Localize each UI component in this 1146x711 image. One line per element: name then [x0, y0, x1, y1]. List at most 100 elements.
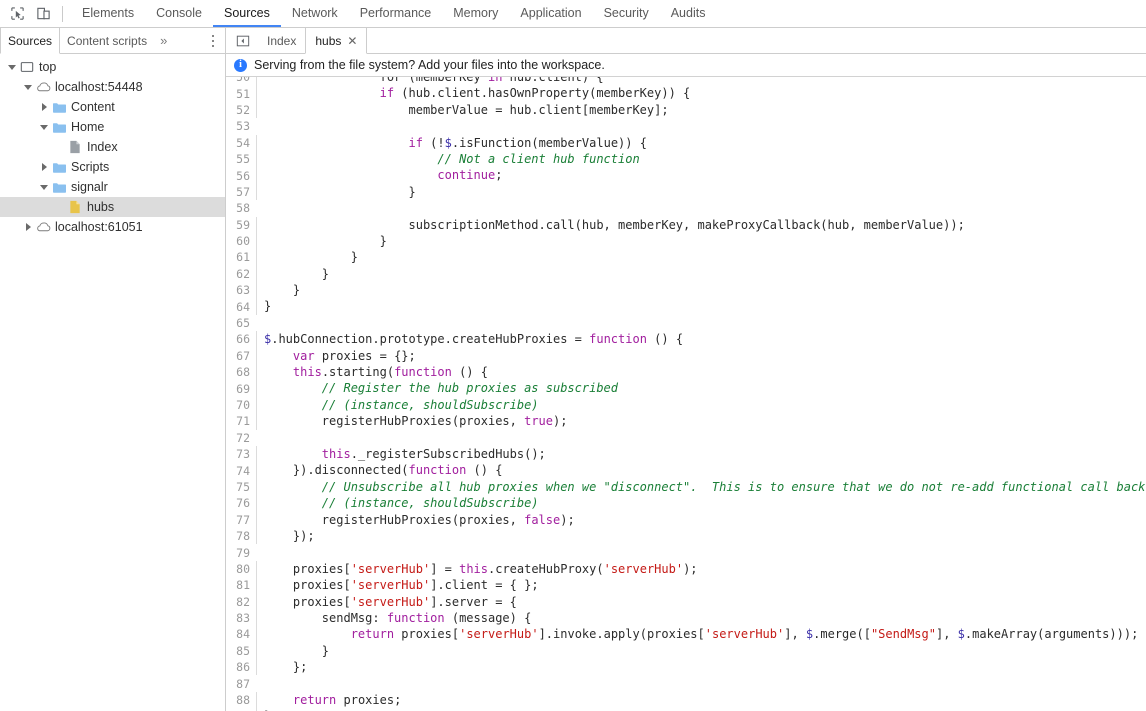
- tab-elements[interactable]: Elements: [71, 0, 145, 27]
- chevron-down-icon[interactable]: [38, 177, 50, 197]
- line-content[interactable]: subscriptionMethod.call(hub, memberKey, …: [256, 216, 1146, 233]
- editor-tab-hubs[interactable]: hubs ✕: [305, 28, 368, 54]
- line-content[interactable]: registerHubProxies(proxies, false);: [256, 511, 1146, 528]
- line-content[interactable]: }: [256, 265, 1146, 283]
- line-number[interactable]: 79: [226, 546, 256, 560]
- line-number[interactable]: 63: [226, 283, 256, 297]
- tree-item-index[interactable]: Index: [0, 137, 225, 157]
- tree-item-home[interactable]: Home: [0, 117, 225, 137]
- inspect-element-icon[interactable]: [4, 2, 30, 26]
- line-content[interactable]: }).disconnected(function () {: [256, 462, 1146, 479]
- line-content[interactable]: }: [256, 298, 1146, 315]
- line-number[interactable]: 67: [226, 349, 256, 363]
- subtab-content-scripts[interactable]: Content scripts: [60, 28, 154, 53]
- chevron-right-icon[interactable]: [38, 97, 50, 117]
- line-number[interactable]: 64: [226, 300, 256, 314]
- tab-performance[interactable]: Performance: [349, 0, 443, 27]
- tab-application[interactable]: Application: [509, 0, 592, 27]
- tree-item-hubs[interactable]: hubs: [0, 197, 225, 217]
- line-content[interactable]: // Not a client hub function: [256, 150, 1146, 168]
- line-content[interactable]: sendMsg: function (message) {: [256, 609, 1146, 627]
- line-number[interactable]: 56: [226, 169, 256, 183]
- line-number[interactable]: 80: [226, 562, 256, 576]
- line-content[interactable]: memberValue = hub.client[memberKey];: [256, 101, 1146, 119]
- line-content[interactable]: this._registerSubscribedHubs();: [256, 445, 1146, 463]
- line-content[interactable]: // (instance, shouldSubscribe): [256, 396, 1146, 414]
- line-content[interactable]: continue;: [256, 167, 1146, 184]
- line-content[interactable]: proxies['serverHub'].server = {: [256, 593, 1146, 610]
- more-subtabs-icon[interactable]: »: [154, 28, 173, 53]
- line-number[interactable]: 55: [226, 152, 256, 166]
- line-content[interactable]: }: [256, 642, 1146, 660]
- line-content[interactable]: for (memberKey in hub.client) {: [256, 77, 1146, 86]
- line-number[interactable]: 70: [226, 398, 256, 412]
- line-number[interactable]: 58: [226, 201, 256, 215]
- line-number[interactable]: 52: [226, 103, 256, 117]
- tree-item-localhost-61051[interactable]: localhost:61051: [0, 217, 225, 237]
- chevron-right-icon[interactable]: [38, 157, 50, 177]
- line-number[interactable]: 73: [226, 447, 256, 461]
- chevron-right-icon[interactable]: [22, 217, 34, 237]
- tree-item-content[interactable]: Content: [0, 97, 225, 117]
- line-content[interactable]: // Unsubscribe all hub proxies when we "…: [256, 478, 1146, 496]
- line-content[interactable]: if (!$.isFunction(memberValue)) {: [256, 134, 1146, 151]
- line-number[interactable]: 66: [226, 332, 256, 346]
- chevron-down-icon[interactable]: [6, 57, 18, 77]
- line-content[interactable]: this.starting(function () {: [256, 364, 1146, 381]
- line-number[interactable]: 65: [226, 316, 256, 330]
- line-number[interactable]: 60: [226, 234, 256, 248]
- line-number[interactable]: 71: [226, 414, 256, 428]
- code-viewer[interactable]: 50 for (memberKey in hub.client) {51 if …: [226, 77, 1146, 711]
- tree-item-localhost-54448[interactable]: localhost:54448: [0, 77, 225, 97]
- tab-sources[interactable]: Sources: [212, 0, 281, 27]
- line-number[interactable]: 87: [226, 677, 256, 691]
- line-number[interactable]: 76: [226, 496, 256, 510]
- line-number[interactable]: 88: [226, 693, 256, 707]
- line-number[interactable]: 50: [226, 77, 256, 84]
- line-content[interactable]: if (hub.client.hasOwnProperty(memberKey)…: [256, 85, 1146, 102]
- close-icon[interactable]: ✕: [347, 35, 357, 47]
- chevron-down-icon[interactable]: [22, 77, 34, 97]
- line-content[interactable]: }: [256, 232, 1146, 250]
- line-number[interactable]: 83: [226, 611, 256, 625]
- line-number[interactable]: 72: [226, 431, 256, 445]
- line-number[interactable]: 57: [226, 185, 256, 199]
- tree-item-signalr[interactable]: signalr: [0, 177, 225, 197]
- tab-security[interactable]: Security: [593, 0, 660, 27]
- line-number[interactable]: 54: [226, 136, 256, 150]
- line-number[interactable]: 86: [226, 660, 256, 674]
- line-number[interactable]: 53: [226, 119, 256, 133]
- line-content[interactable]: return proxies['serverHub'].invoke.apply…: [256, 626, 1146, 643]
- line-number[interactable]: 74: [226, 464, 256, 478]
- line-number[interactable]: 59: [226, 218, 256, 232]
- navigator-more-options-icon[interactable]: [201, 28, 225, 53]
- line-content[interactable]: proxies['serverHub'] = this.createHubPro…: [256, 560, 1146, 578]
- line-content[interactable]: }: [256, 249, 1146, 266]
- line-content[interactable]: }: [256, 183, 1146, 201]
- file-navigator-tree[interactable]: top localhost:54448 Content Home Index Script…: [0, 54, 226, 711]
- line-number[interactable]: 68: [226, 365, 256, 379]
- line-content[interactable]: // (instance, shouldSubscribe): [256, 495, 1146, 512]
- line-number[interactable]: 81: [226, 578, 256, 592]
- line-number[interactable]: 61: [226, 250, 256, 264]
- subtab-sources[interactable]: Sources: [0, 28, 61, 54]
- tab-network[interactable]: Network: [281, 0, 349, 27]
- tree-item-scripts[interactable]: Scripts: [0, 157, 225, 177]
- tab-memory[interactable]: Memory: [442, 0, 509, 27]
- line-number[interactable]: 75: [226, 480, 256, 494]
- line-number[interactable]: 82: [226, 595, 256, 609]
- line-content[interactable]: var proxies = {};: [256, 347, 1146, 365]
- line-content[interactable]: proxies['serverHub'].client = { };: [256, 577, 1146, 594]
- line-number[interactable]: 69: [226, 382, 256, 396]
- tab-console[interactable]: Console: [145, 0, 213, 27]
- line-number[interactable]: 78: [226, 529, 256, 543]
- collapse-navigator-icon[interactable]: [226, 28, 258, 53]
- line-content[interactable]: registerHubProxies(proxies, true);: [256, 413, 1146, 430]
- line-number[interactable]: 77: [226, 513, 256, 527]
- line-content[interactable]: // Register the hub proxies as subscribe…: [256, 380, 1146, 397]
- chevron-down-icon[interactable]: [38, 117, 50, 137]
- line-number[interactable]: 62: [226, 267, 256, 281]
- line-content[interactable]: return proxies;: [256, 691, 1146, 709]
- line-number[interactable]: 84: [226, 627, 256, 641]
- line-content[interactable]: });: [256, 527, 1146, 545]
